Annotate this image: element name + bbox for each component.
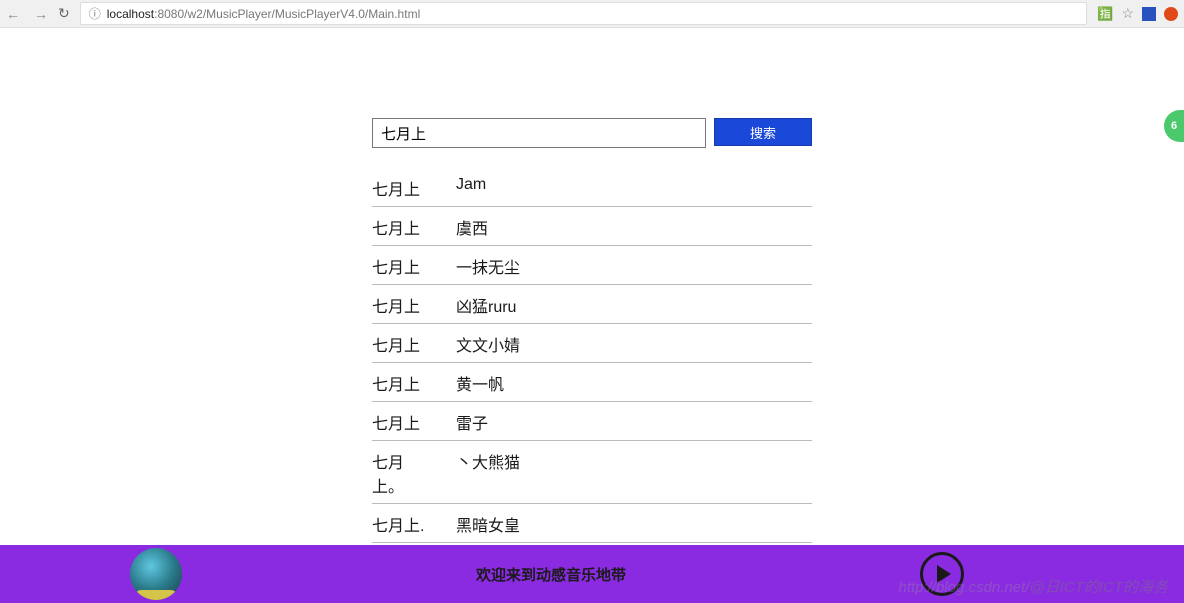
result-row[interactable]: 七月上 凶猛ruru	[372, 285, 812, 324]
search-bar: 搜索	[372, 118, 812, 148]
result-artist: 凶猛ruru	[456, 293, 812, 317]
result-title: 七月上。	[372, 449, 428, 497]
floating-badge[interactable]: 6	[1162, 108, 1184, 144]
result-row[interactable]: 七月上 一抹无尘	[372, 246, 812, 285]
search-input[interactable]	[372, 118, 706, 148]
welcome-text: 欢迎来到动感音乐地带	[182, 564, 920, 585]
play-button[interactable]	[920, 552, 964, 596]
info-icon: ⓘ	[89, 5, 101, 22]
result-title: 七月上	[372, 176, 428, 200]
player-bar: 欢迎来到动感音乐地带	[0, 545, 1184, 603]
extension-icon[interactable]	[1142, 7, 1156, 21]
result-row[interactable]: 七月上 雷子	[372, 402, 812, 441]
page-body: 搜索 七月上Jam七月上虞西七月上一抹无尘七月上凶猛ruru七月上文文小婧七月上…	[0, 28, 1184, 603]
search-button[interactable]: 搜索	[714, 118, 812, 146]
result-artist: Jam	[456, 176, 812, 200]
result-artist: 黑暗女皇	[456, 512, 812, 536]
bookmark-star-icon[interactable]: ☆	[1121, 5, 1134, 22]
result-row[interactable]: 七月上 Jam	[372, 168, 812, 207]
result-title: 七月上	[372, 215, 428, 239]
result-title: 七月上	[372, 293, 428, 317]
result-title: 七月上	[372, 371, 428, 395]
result-title: 七月上.	[372, 512, 428, 536]
url-bar[interactable]: ⓘ localhost:8080/w2/MusicPlayer/MusicPla…	[80, 2, 1088, 25]
result-title: 七月上	[372, 254, 428, 278]
result-row[interactable]: 七月上 文文小婧	[372, 324, 812, 363]
result-title: 七月上	[372, 410, 428, 434]
play-icon	[937, 565, 951, 583]
result-title: 七月上	[372, 332, 428, 356]
result-row[interactable]: 七月上. 黑暗女皇	[372, 504, 812, 543]
results-list: 七月上Jam七月上虞西七月上一抹无尘七月上凶猛ruru七月上文文小婧七月上黄一帆…	[372, 168, 812, 543]
result-row[interactable]: 七月上 虞西	[372, 207, 812, 246]
result-artist: 虞西	[456, 215, 812, 239]
result-artist: 一抹无尘	[456, 254, 812, 278]
extension-icon[interactable]	[1164, 7, 1178, 21]
url-port: :8080	[154, 7, 184, 21]
result-artist: 黄一帆	[456, 371, 812, 395]
result-artist: 丶大熊猫	[456, 449, 812, 497]
result-row[interactable]: 七月上。丶大熊猫	[372, 441, 812, 504]
result-artist: 文文小婧	[456, 332, 812, 356]
result-artist: 雷子	[456, 410, 812, 434]
badge-text: 6	[1171, 120, 1177, 132]
url-host: localhost	[107, 7, 154, 21]
back-arrow-icon[interactable]: ←	[6, 6, 20, 22]
reload-icon[interactable]: ↻	[58, 5, 70, 22]
url-path: /w2/MusicPlayer/MusicPlayerV4.0/Main.htm…	[184, 7, 420, 21]
result-row[interactable]: 七月上 黄一帆	[372, 363, 812, 402]
browser-toolbar: ← → ↻ ⓘ localhost:8080/w2/MusicPlayer/Mu…	[0, 0, 1184, 28]
avatar[interactable]	[130, 548, 182, 600]
translate-icon[interactable]: 🈯	[1097, 6, 1113, 22]
forward-arrow-icon[interactable]: →	[34, 6, 48, 22]
